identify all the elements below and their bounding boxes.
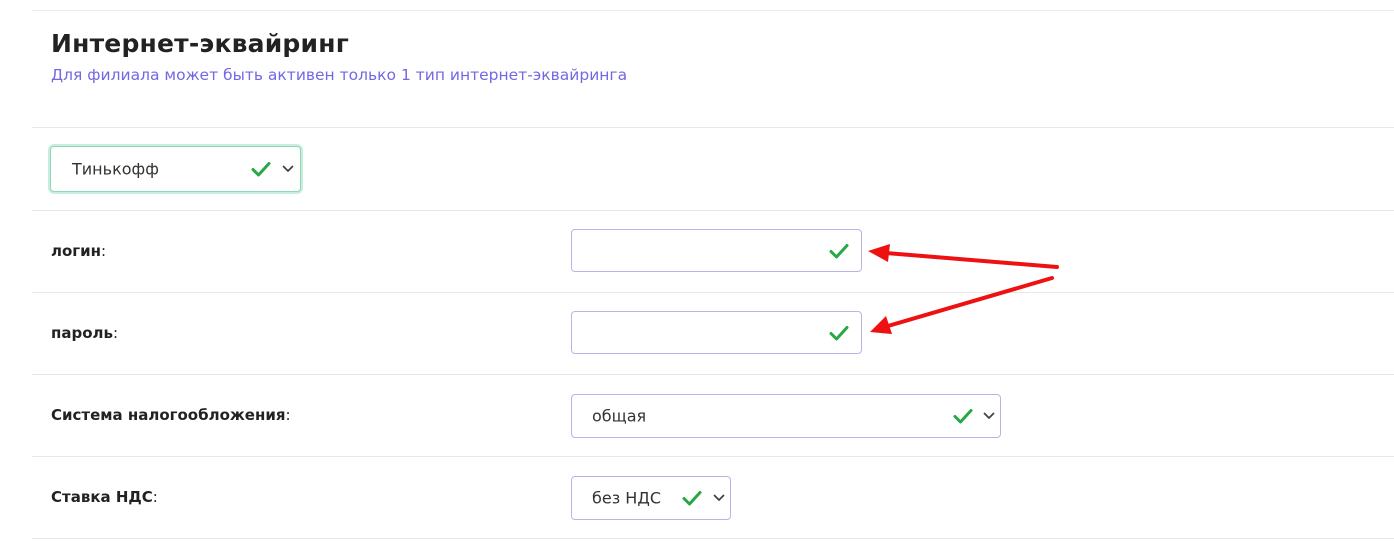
divider <box>32 292 1394 293</box>
selected-value: общая <box>592 406 647 426</box>
tax-system-label: Система налогообложения: <box>51 406 291 424</box>
check-icon <box>829 243 849 258</box>
chevron-down-icon <box>983 412 995 419</box>
divider <box>32 456 1394 457</box>
password-input-wrapper[interactable] <box>571 311 862 354</box>
selected-value: Тинькофф <box>72 159 159 179</box>
divider <box>32 538 1394 539</box>
check-icon <box>829 325 849 340</box>
vat-rate-select[interactable]: без НДС <box>571 476 731 520</box>
login-label: логин: <box>51 242 107 260</box>
password-input[interactable] <box>584 312 824 353</box>
acquiring-bank-select[interactable]: Тинькофф <box>50 146 301 192</box>
red-arrow-icon <box>870 276 1054 334</box>
check-icon <box>682 491 702 506</box>
check-icon <box>953 409 973 424</box>
check-icon <box>251 162 271 177</box>
vat-rate-label: Ставка НДС: <box>51 488 158 506</box>
divider <box>32 210 1394 211</box>
tax-system-select[interactable]: общая <box>571 394 1001 438</box>
section-title: Интернет-эквайринг <box>51 29 349 58</box>
password-label: пароль: <box>51 324 119 342</box>
login-input-wrapper[interactable] <box>571 229 862 272</box>
divider <box>32 127 1394 128</box>
top-divider <box>32 10 1394 11</box>
divider <box>32 374 1394 375</box>
selected-value: без НДС <box>592 488 662 508</box>
login-input[interactable] <box>584 230 824 271</box>
chevron-down-icon <box>713 494 725 501</box>
chevron-down-icon <box>282 165 294 172</box>
section-subtitle: Для филиала может быть активен только 1 … <box>51 66 628 84</box>
red-arrow-icon <box>868 244 1059 269</box>
